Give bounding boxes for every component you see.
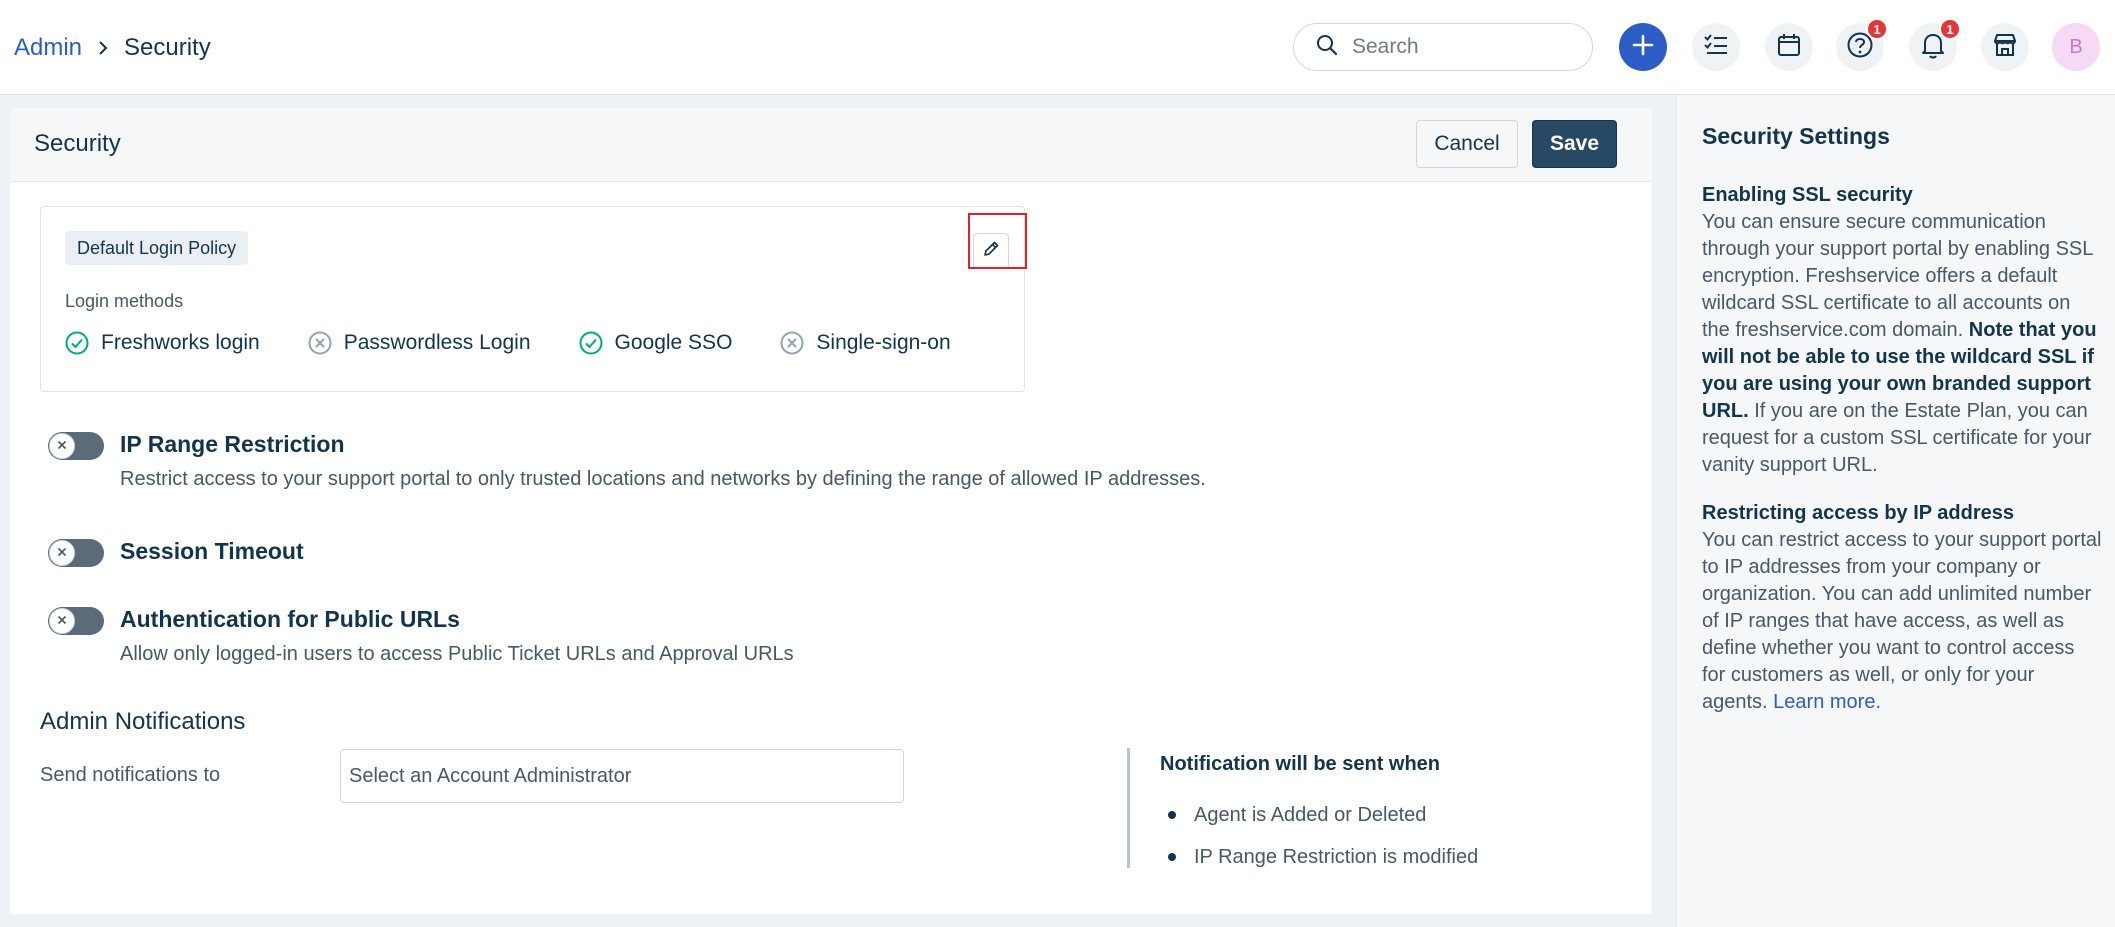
admin-notifications-title: Admin Notifications <box>40 708 246 735</box>
plus-icon <box>1631 33 1655 62</box>
checklist-icon <box>1703 32 1729 63</box>
check-circle-icon <box>579 331 603 355</box>
help-ip-text: You can restrict access to your support … <box>1702 529 2102 713</box>
cancel-button[interactable]: Cancel <box>1416 120 1518 168</box>
public-urls-title: Authentication for Public URLs <box>120 606 460 632</box>
help-panel: Security Settings Enabling SSL security … <box>1676 95 2115 927</box>
login-methods-label: Login methods <box>65 291 184 311</box>
breadcrumb-admin-link[interactable]: Admin <box>14 34 82 62</box>
chevron-right-icon <box>92 37 114 59</box>
login-method-freshworks: Freshworks login <box>65 331 260 355</box>
list-item-text: IP Range Restriction is modified <box>1194 845 1479 868</box>
ip-range-title: IP Range Restriction <box>120 431 345 457</box>
ip-range-toggle[interactable] <box>48 432 104 460</box>
help-ip-heading: Restricting access by IP address <box>1702 502 2015 524</box>
login-method-label: Passwordless Login <box>343 331 531 354</box>
x-circle-icon <box>308 331 332 355</box>
add-new-button[interactable] <box>1619 23 1667 71</box>
top-bar: Admin Security Search 1 1 B <box>0 0 2115 95</box>
notification-when-title: Notification will be sent when <box>1160 753 1441 775</box>
login-method-google-sso: Google SSO <box>579 331 733 355</box>
ip-range-description: Restrict access to your support portal t… <box>120 468 1206 490</box>
x-circle-icon <box>780 331 804 355</box>
help-ssl-section: Enabling SSL security You can ensure sec… <box>1702 182 2102 479</box>
breadcrumb-current: Security <box>124 34 211 61</box>
save-button[interactable]: Save <box>1532 120 1617 168</box>
bullet-icon <box>1168 811 1176 819</box>
learn-more-link[interactable]: Learn more. <box>1773 691 1881 713</box>
list-item: IP Range Restriction is modified <box>1168 836 1478 878</box>
calendar-button[interactable] <box>1765 23 1813 71</box>
help-badge: 1 <box>1866 18 1888 40</box>
help-button[interactable]: 1 <box>1836 18 1888 71</box>
notifications-button[interactable]: 1 <box>1909 18 1961 71</box>
check-circle-icon <box>65 331 89 355</box>
login-method-label: Google SSO <box>614 331 733 354</box>
help-ssl-heading: Enabling SSL security <box>1702 184 1913 206</box>
edit-policy-button[interactable] <box>973 233 1009 269</box>
notifications-badge: 1 <box>1939 18 1961 40</box>
list-item: Agent is Added or Deleted <box>1168 794 1478 836</box>
breadcrumb: Admin Security <box>14 32 211 64</box>
send-notifications-label: Send notifications to <box>40 764 221 786</box>
x-icon <box>57 437 67 455</box>
notification-when-list: Agent is Added or Deleted IP Range Restr… <box>1168 794 1478 878</box>
divider <box>1127 748 1130 868</box>
avatar[interactable]: B <box>2052 23 2100 71</box>
login-method-label: Freshworks login <box>101 331 260 354</box>
pencil-icon <box>982 240 1000 263</box>
login-method-single-sign-on: Single-sign-on <box>780 331 951 355</box>
security-main-panel: Security Cancel Save Default Login Polic… <box>10 108 1652 914</box>
store-icon <box>1991 31 2019 64</box>
page-header: Security Cancel Save <box>10 108 1652 182</box>
login-methods-list: Freshworks login Passwordless Login Goog… <box>65 331 999 355</box>
help-ip-section: Restricting access by IP address You can… <box>1702 500 2102 716</box>
x-icon <box>57 544 67 562</box>
session-timeout-title: Session Timeout <box>120 538 304 564</box>
login-policy-card: Default Login Policy Login methods Fresh… <box>40 206 1027 392</box>
todo-button[interactable] <box>1692 23 1740 71</box>
x-icon <box>57 612 67 630</box>
account-admin-select[interactable]: Select an Account Administrator <box>340 749 904 803</box>
search-placeholder: Search <box>1352 35 1419 58</box>
help-title: Security Settings <box>1702 123 1890 149</box>
marketplace-button[interactable] <box>1981 23 2029 71</box>
public-urls-description: Allow only logged-in users to access Pub… <box>120 643 794 665</box>
page-title: Security <box>34 130 121 157</box>
list-item-text: Agent is Added or Deleted <box>1194 803 1427 826</box>
login-method-passwordless: Passwordless Login <box>308 331 531 355</box>
policy-tag: Default Login Policy <box>65 231 249 265</box>
search-input[interactable]: Search <box>1293 23 1593 71</box>
avatar-initial: B <box>2069 35 2083 58</box>
session-timeout-toggle[interactable] <box>48 539 104 567</box>
bullet-icon <box>1168 853 1176 861</box>
search-icon <box>1316 34 1338 61</box>
help-ssl-text-2: If you are on the Estate Plan, you can r… <box>1702 400 2092 476</box>
toggle-knob <box>49 608 75 634</box>
calendar-icon <box>1776 32 1802 63</box>
toggle-knob <box>49 433 75 459</box>
public-urls-toggle[interactable] <box>48 607 104 635</box>
login-method-label: Single-sign-on <box>816 331 951 354</box>
toggle-knob <box>49 540 75 566</box>
